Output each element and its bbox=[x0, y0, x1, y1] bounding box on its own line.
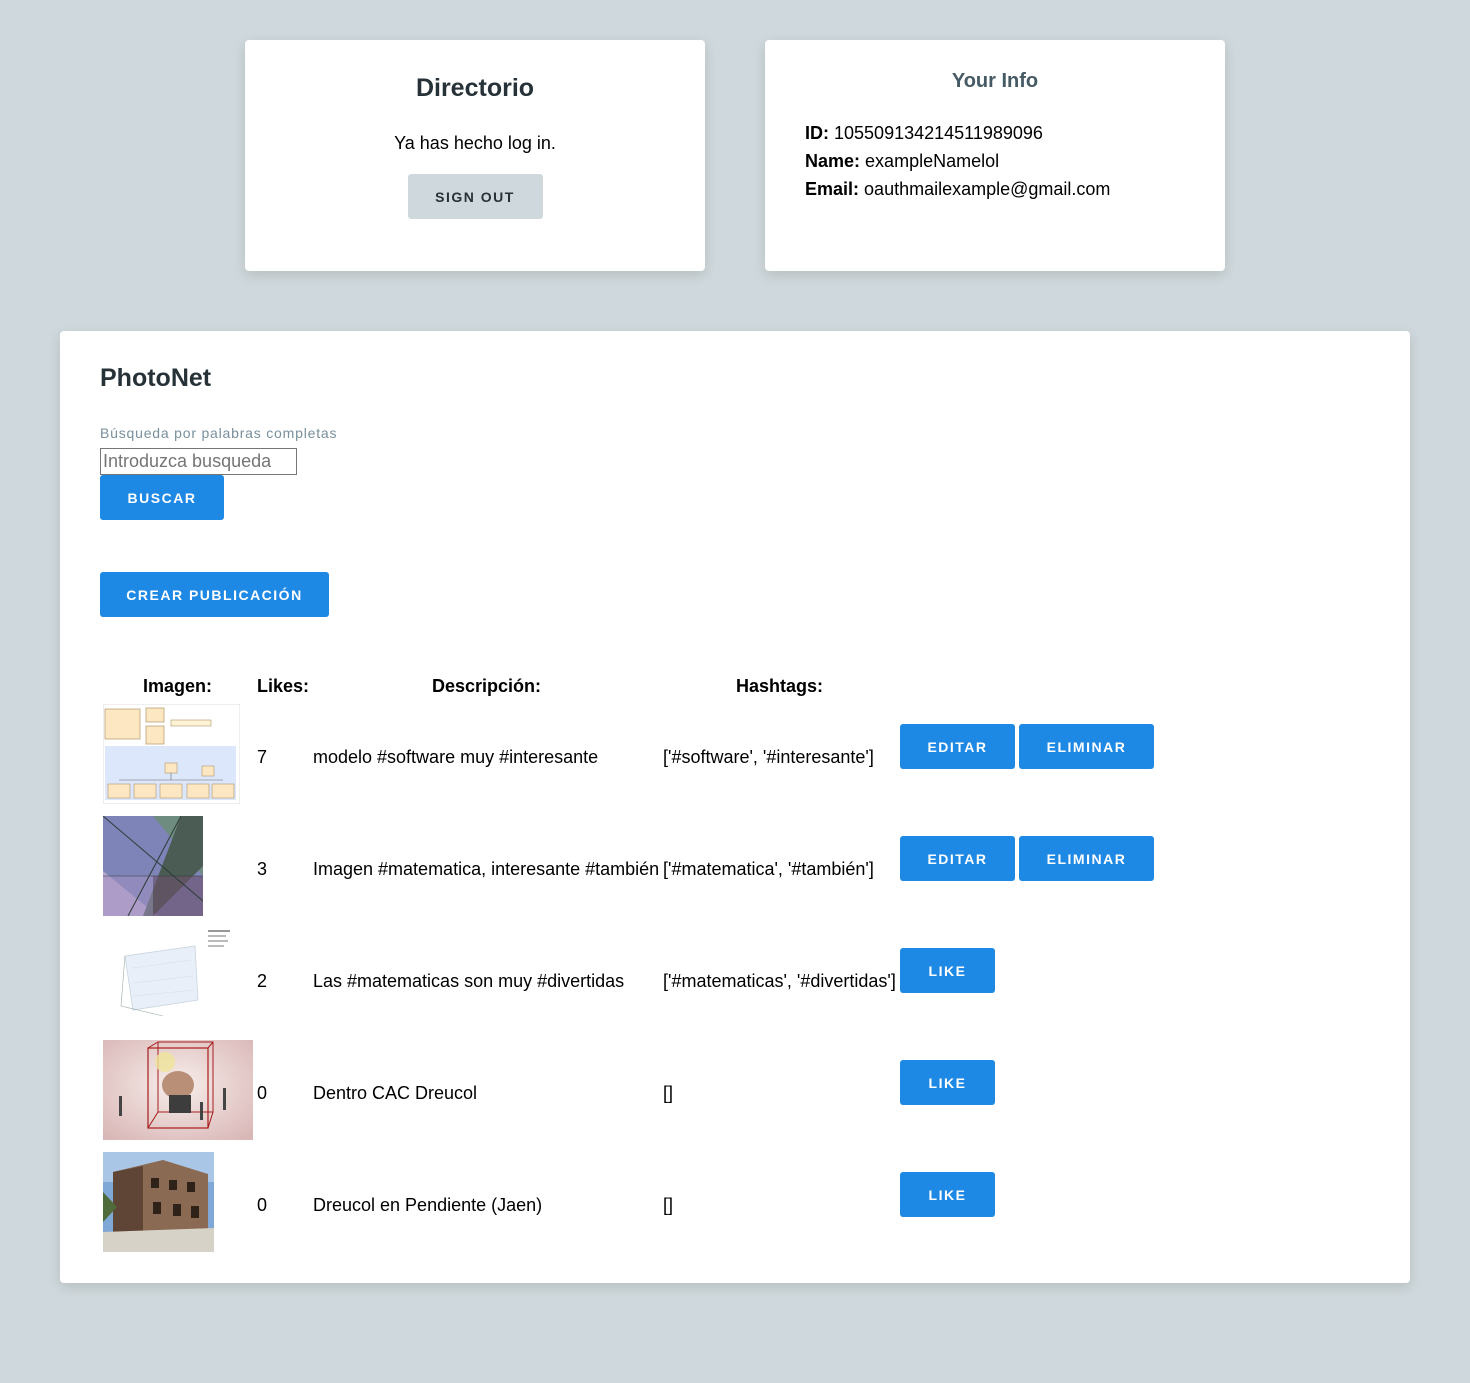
post-description: Imagen #matematica, interesante #también bbox=[313, 859, 660, 879]
header-likes: Likes: bbox=[257, 676, 310, 696]
post-likes: 2 bbox=[257, 971, 268, 991]
search-input[interactable] bbox=[100, 448, 297, 475]
sign-out-button[interactable]: Sign Out bbox=[407, 174, 543, 219]
user-email-value: oauthmailexample@gmail.com bbox=[864, 179, 1111, 199]
user-email-line: Email: oauthmailexample@gmail.com bbox=[805, 175, 1225, 203]
user-id-label: ID: bbox=[805, 123, 829, 143]
post-hashtags: [] bbox=[663, 1195, 674, 1215]
post-image bbox=[103, 704, 240, 804]
user-info-details: ID: 105509134214511989096 Name: exampleN… bbox=[765, 119, 1225, 203]
user-name-value: exampleNamelol bbox=[865, 151, 1000, 171]
like-button[interactable]: Like bbox=[900, 1060, 995, 1105]
post-hashtags: [] bbox=[663, 1083, 674, 1103]
post-description: Dreucol en Pendiente (Jaen) bbox=[313, 1195, 543, 1215]
geometry-lines-image bbox=[103, 816, 203, 916]
edit-post-button[interactable]: Editar bbox=[900, 724, 1015, 769]
user-email-label: Email: bbox=[805, 179, 860, 199]
post-description: Dentro CAC Dreucol bbox=[313, 1083, 478, 1103]
table-row: 3 Imagen #matematica, interesante #tambi… bbox=[60, 816, 1410, 928]
uml-diagram-image bbox=[103, 704, 240, 804]
post-hashtags: ['#matematica', '#también'] bbox=[663, 859, 874, 879]
post-image bbox=[103, 928, 240, 1028]
post-image bbox=[103, 1040, 253, 1140]
table-row: 2 Las #matematicas son muy #divertidas [… bbox=[60, 928, 1410, 1040]
delete-post-button[interactable]: Eliminar bbox=[1019, 836, 1154, 881]
post-image bbox=[103, 1152, 214, 1252]
post-likes: 0 bbox=[257, 1195, 268, 1215]
post-description: modelo #software muy #interesante bbox=[313, 747, 599, 767]
header-hashtags: Hashtags: bbox=[736, 676, 824, 696]
old-building-photo bbox=[103, 1152, 214, 1252]
create-post-button[interactable]: Crear Publicación bbox=[100, 572, 329, 617]
user-name-label: Name: bbox=[805, 151, 861, 171]
header-image: Imagen: bbox=[143, 676, 213, 696]
post-likes: 3 bbox=[257, 859, 268, 879]
user-id-line: ID: 105509134214511989096 bbox=[805, 119, 1225, 147]
edit-post-button[interactable]: Editar bbox=[900, 836, 1015, 881]
like-button[interactable]: Like bbox=[900, 948, 995, 993]
search-label: Búsqueda por palabras completas bbox=[100, 425, 338, 441]
user-name-line: Name: exampleNamelol bbox=[805, 147, 1225, 175]
3d-plot-image bbox=[103, 928, 240, 1028]
like-button[interactable]: Like bbox=[900, 1172, 995, 1217]
table-row: 7 modelo #software muy #interesante ['#s… bbox=[60, 704, 1410, 816]
search-button[interactable]: Buscar bbox=[100, 475, 224, 520]
user-info-title: Your Info bbox=[951, 70, 1039, 92]
post-hashtags: ['#matematicas', '#divertidas'] bbox=[663, 971, 896, 991]
auth-title: Directorio bbox=[415, 74, 535, 102]
photonet-card: PhotoNet Búsqueda por palabras completas… bbox=[60, 331, 1410, 1283]
post-likes: 0 bbox=[257, 1083, 268, 1103]
photonet-title: PhotoNet bbox=[100, 364, 212, 392]
post-likes: 7 bbox=[257, 747, 268, 767]
user-info-card: Your Info ID: 105509134214511989096 Name… bbox=[765, 40, 1225, 271]
login-status-message: Ya has hecho log in. bbox=[394, 133, 556, 153]
post-hashtags: ['#software', '#interesante'] bbox=[663, 747, 874, 767]
delete-post-button[interactable]: Eliminar bbox=[1019, 724, 1154, 769]
auth-card: Directorio Ya has hecho log in. Sign Out bbox=[245, 40, 705, 271]
post-description: Las #matematicas son muy #divertidas bbox=[313, 971, 625, 991]
header-description: Descripción: bbox=[432, 676, 542, 696]
table-row: 0 Dentro CAC Dreucol [] Like bbox=[60, 1040, 1410, 1152]
post-image bbox=[103, 816, 203, 916]
figure-in-cube-image bbox=[103, 1040, 253, 1140]
table-row: 0 Dreucol en Pendiente (Jaen) [] Like bbox=[60, 1152, 1410, 1264]
user-id-value: 105509134214511989096 bbox=[834, 123, 1043, 143]
